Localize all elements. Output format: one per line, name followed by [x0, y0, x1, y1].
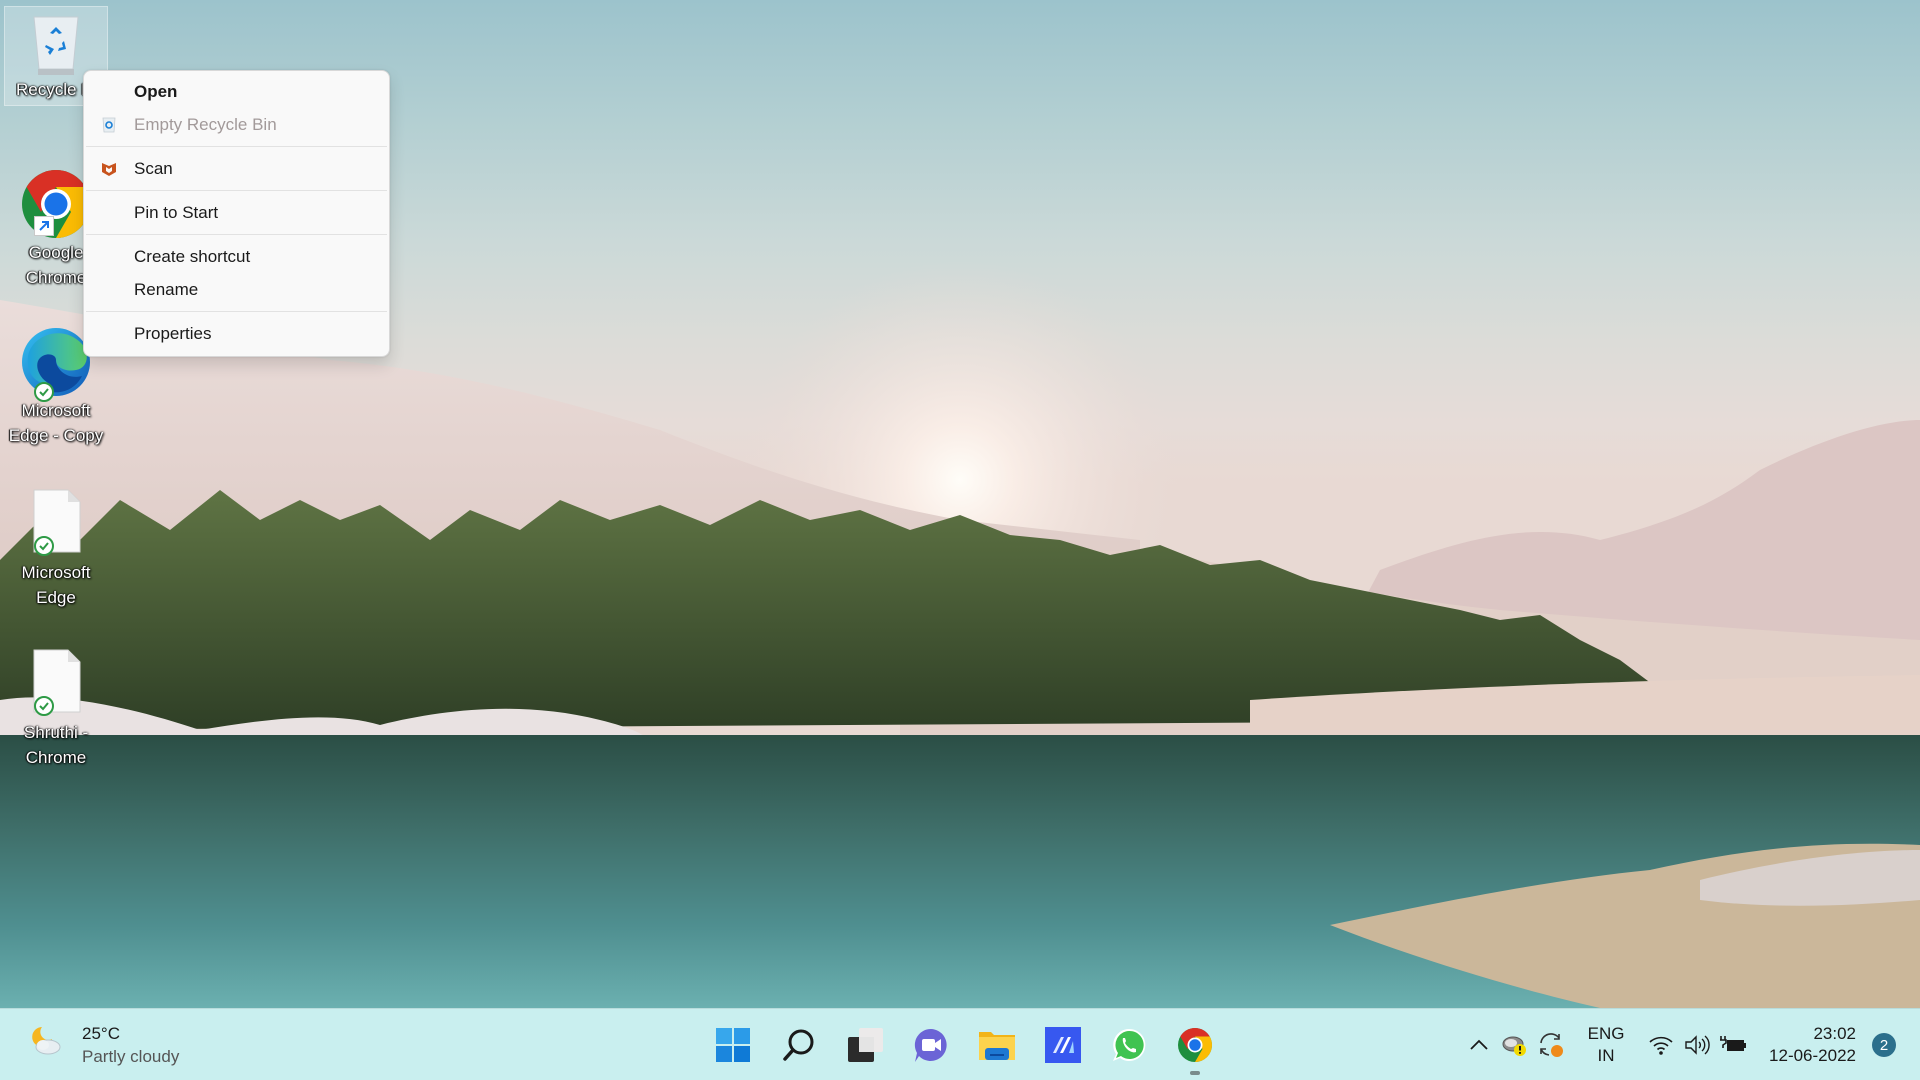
menu-separator — [86, 234, 387, 235]
chrome-icon — [20, 168, 92, 240]
desktop-icon-label: Chrome — [25, 748, 87, 767]
clock-time: 23:02 — [1813, 1024, 1856, 1043]
menu-item-empty-recycle-bin: Empty Recycle Bin — [84, 108, 389, 141]
onedrive-warning-icon — [1502, 1036, 1527, 1056]
desktop-icon-label: Microsoft — [21, 401, 91, 420]
file-explorer-icon — [979, 1032, 1015, 1060]
sync-check-icon — [34, 382, 54, 402]
windows-start-icon — [716, 1028, 750, 1062]
desktop-icon-label: Google — [28, 243, 84, 262]
desktop-icon-label: Edge — [36, 588, 76, 607]
weather-temperature: 25°C — [82, 1024, 120, 1043]
desktop-icon-label: Microsoft — [21, 563, 91, 582]
menu-item-label: Scan — [134, 158, 173, 178]
search-icon — [783, 1029, 814, 1061]
battery-button[interactable] — [1715, 1025, 1751, 1065]
file-icon — [20, 488, 92, 560]
sync-check-icon — [34, 696, 54, 716]
teams-chat-button[interactable] — [898, 1021, 964, 1069]
start-button[interactable] — [700, 1021, 766, 1069]
menu-item-label: Pin to Start — [134, 202, 219, 222]
edge-icon — [20, 326, 92, 402]
menu-item-pin-to-start[interactable]: Pin to Start — [84, 196, 389, 229]
desktop-icon-microsoft-edge[interactable]: Microsoft Edge — [4, 488, 108, 610]
app-blue-icon — [1045, 1027, 1081, 1063]
notification-badge[interactable]: 2 — [1872, 1033, 1896, 1057]
clock-date: 12-06-2022 — [1769, 1046, 1856, 1065]
chevron-up-icon — [1470, 1039, 1488, 1050]
menu-item-label: Rename — [134, 279, 199, 299]
file-explorer-button[interactable] — [964, 1021, 1030, 1069]
language-code: ENG — [1587, 1024, 1625, 1043]
wifi-icon — [1649, 1036, 1673, 1055]
menu-item-label: Properties — [134, 323, 212, 343]
sync-check-icon — [34, 536, 54, 556]
speaker-icon — [1685, 1035, 1710, 1055]
task-view-icon — [848, 1028, 883, 1062]
desktop-icon-shruthi-chrome[interactable]: Shruthi - Chrome — [4, 648, 108, 770]
task-view-button[interactable] — [832, 1021, 898, 1069]
recycle-bin-icon — [100, 116, 118, 134]
taskbar: 25°C Partly cloudy ENG IN 23:02 12-06-20… — [0, 1008, 1920, 1080]
weather-condition: Partly cloudy — [82, 1047, 180, 1066]
running-indicator — [1190, 1071, 1200, 1075]
onedrive-warning-button[interactable] — [1497, 1025, 1533, 1065]
recycle-bin-icon — [28, 11, 84, 77]
menu-separator — [86, 311, 387, 312]
whatsapp-button[interactable] — [1096, 1021, 1162, 1069]
app-button[interactable] — [1030, 1021, 1096, 1069]
input-language-button[interactable]: ENG IN — [1579, 1023, 1633, 1067]
chrome-button[interactable] — [1162, 1021, 1228, 1075]
teams-chat-icon — [914, 1028, 947, 1062]
battery-charging-icon — [1720, 1036, 1747, 1051]
weather-widget[interactable]: 25°C Partly cloudy — [28, 1023, 179, 1069]
search-button[interactable] — [766, 1021, 832, 1069]
sync-button[interactable] — [1533, 1025, 1569, 1065]
menu-item-rename[interactable]: Rename — [84, 273, 389, 306]
whatsapp-icon — [1113, 1028, 1146, 1061]
menu-item-label: Empty Recycle Bin — [134, 114, 277, 134]
context-menu: Open Empty Recycle Bin Scan Pin to Start… — [83, 70, 390, 357]
clock-button[interactable]: 23:02 12-06-2022 — [1769, 1023, 1856, 1067]
menu-item-open[interactable]: Open — [84, 75, 389, 108]
menu-item-label: Open — [134, 81, 178, 101]
chrome-icon — [1178, 1028, 1212, 1062]
system-tray: ENG IN 23:02 12-06-2022 2 — [1461, 1009, 1920, 1080]
language-region: IN — [1597, 1046, 1615, 1065]
sync-icon — [1540, 1033, 1564, 1057]
desktop-icon-label: Chrome — [25, 268, 87, 287]
file-icon — [20, 648, 92, 720]
moon-cloud-icon — [28, 1023, 64, 1064]
menu-separator — [86, 146, 387, 147]
shortcut-arrow-icon — [34, 216, 54, 236]
desktop-icon-label: Shruthi - — [23, 723, 89, 742]
menu-item-create-shortcut[interactable]: Create shortcut — [84, 240, 389, 273]
desktop-icon-label: Edge - Copy — [8, 426, 104, 445]
show-hidden-icons-button[interactable] — [1461, 1025, 1497, 1065]
mcafee-icon — [100, 160, 118, 178]
menu-item-properties[interactable]: Properties — [84, 317, 389, 350]
volume-button[interactable] — [1679, 1025, 1715, 1065]
network-button[interactable] — [1643, 1025, 1679, 1065]
menu-item-label: Create shortcut — [134, 246, 251, 266]
menu-item-scan[interactable]: Scan — [84, 152, 389, 185]
menu-separator — [86, 190, 387, 191]
taskbar-apps — [700, 1021, 1228, 1075]
